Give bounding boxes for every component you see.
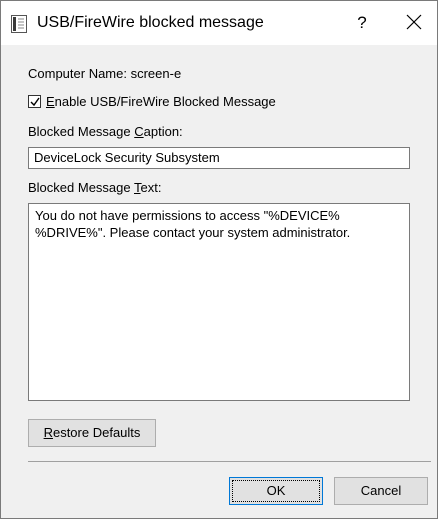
focus-rectangle <box>232 480 320 502</box>
message-text-label: Blocked Message Text: <box>28 180 162 195</box>
checkbox-label: Enable USB/FireWire Blocked Message <box>46 94 276 109</box>
help-button[interactable]: ? <box>347 10 377 36</box>
separator <box>28 461 431 462</box>
close-button[interactable] <box>397 7 431 37</box>
message-text-area[interactable]: You do not have permissions to access "%… <box>28 203 410 401</box>
checkbox-box[interactable] <box>28 95 41 108</box>
title-bar: USB/FireWire blocked message ? <box>1 1 437 45</box>
window-title: USB/FireWire blocked message <box>37 14 264 31</box>
checkmark-icon <box>30 97 40 107</box>
computer-name-label: Computer Name: screen-e <box>28 66 182 81</box>
close-icon <box>397 14 431 30</box>
dialog-window: USB/FireWire blocked message ? Computer … <box>0 0 438 519</box>
caption-label: Blocked Message Caption: <box>28 124 183 139</box>
document-icon <box>11 15 27 33</box>
cancel-button[interactable]: Cancel <box>334 477 428 505</box>
caption-input[interactable]: DeviceLock Security Subsystem <box>28 147 410 169</box>
ok-button[interactable]: OK <box>229 477 323 505</box>
restore-defaults-button[interactable]: Restore Defaults <box>28 419 156 447</box>
